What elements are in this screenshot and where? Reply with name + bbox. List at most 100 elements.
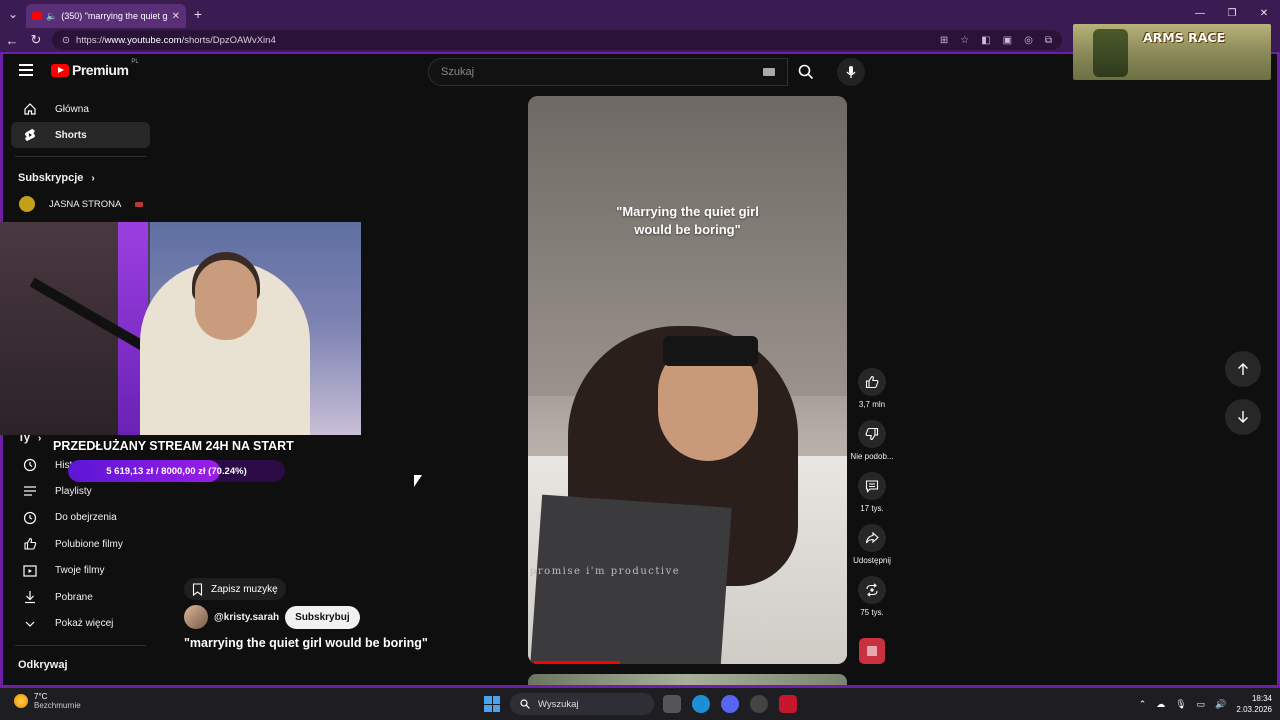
short-title[interactable]: "marrying the quiet girl would be boring… <box>184 636 428 650</box>
tab-list-button[interactable]: ⌄ <box>0 0 26 28</box>
dislike-button[interactable] <box>858 420 886 448</box>
extensions-puzzle-icon[interactable]: ⧉ <box>1045 35 1052 46</box>
taskbar-search[interactable]: Wyszukaj <box>510 693 654 715</box>
new-tab-button[interactable]: + <box>186 6 210 22</box>
extension-icon-3[interactable]: ◎ <box>1024 35 1033 46</box>
clock-time: 18:34 <box>1251 694 1272 703</box>
app-icon[interactable] <box>750 695 768 713</box>
comment-icon <box>865 480 879 493</box>
task-view-icon[interactable] <box>663 695 681 713</box>
sidebar-item-label: Pobrane <box>55 591 93 603</box>
reload-button[interactable]: ↻ <box>24 32 48 48</box>
taskbar-search-label: Wyszukaj <box>538 698 579 710</box>
sidebar-item-label: Polubione filmy <box>55 538 123 550</box>
home-icon <box>23 102 37 116</box>
sidebar-item-watch-later[interactable]: Do obejrzenia <box>11 505 150 532</box>
sidebar-item-your-videos[interactable]: Twoje filmy <box>11 558 150 585</box>
liked-icon <box>23 537 37 551</box>
streamer-webcam <box>0 222 361 435</box>
sidebar-item-label: Twoje filmy <box>55 565 105 577</box>
watch-later-icon <box>23 511 37 525</box>
sidebar-item-show-more[interactable]: Pokaż więcej <box>11 611 150 638</box>
tab-close-icon[interactable]: ✕ <box>172 11 180 22</box>
dislike-label: Nie podob... <box>850 452 894 461</box>
voice-search-button[interactable] <box>837 58 865 86</box>
weather-condition: Bezchmurnie <box>34 701 81 710</box>
onedrive-cloud-icon[interactable]: ☁ <box>1156 699 1165 710</box>
webcam-curtain <box>0 222 118 435</box>
speaker-icon[interactable]: 🔈 <box>46 11 57 22</box>
windows-start-icon[interactable] <box>484 696 500 712</box>
previous-short-button[interactable] <box>1225 351 1261 387</box>
sidebar-item-shorts[interactable]: Shorts <box>11 122 150 148</box>
sidebar-item-home[interactable]: Główna <box>11 96 150 122</box>
video-progress-bar[interactable] <box>534 661 621 664</box>
taskbar-clock[interactable]: 18:34 2.03.2026 <box>1236 693 1272 715</box>
keyboard-icon[interactable] <box>763 68 775 76</box>
explore-heading-text: Odkrywaj <box>18 659 68 671</box>
video-caption: "Marrying the quiet girl would be boring… <box>528 203 847 239</box>
edge-browser-icon[interactable] <box>692 695 710 713</box>
like-button[interactable] <box>858 368 886 396</box>
arrow-up-icon <box>1238 363 1248 375</box>
remix-button[interactable] <box>858 576 886 604</box>
caption-line-1: "Marrying the quiet girl <box>616 204 759 219</box>
site-info-icon[interactable]: ⊙ <box>62 35 70 46</box>
url-path: /shorts/DpzOAWvXin4 <box>181 34 276 46</box>
search-input[interactable]: Szukaj <box>428 58 788 86</box>
arrow-down-icon <box>1238 411 1248 423</box>
channel-handle[interactable]: @kristy.sarah <box>214 612 279 623</box>
next-short-button[interactable] <box>1225 399 1261 435</box>
comments-action: 17 tys. <box>847 472 897 524</box>
volume-icon[interactable]: 🔊 <box>1215 699 1226 710</box>
sidebar-item-downloads[interactable]: Pobrane <box>11 584 150 611</box>
menu-icon[interactable] <box>19 64 33 79</box>
extension-icon[interactable]: ◧ <box>981 35 990 46</box>
youtube-play-icon <box>51 63 69 77</box>
discord-icon[interactable] <box>721 695 739 713</box>
clock-date: 2.03.2026 <box>1236 705 1272 714</box>
subscriptions-heading[interactable]: Subskrypcje › <box>3 165 158 191</box>
your-videos-icon <box>23 564 37 578</box>
remix-action: 75 tys. <box>847 576 897 628</box>
tray-chevron-up-icon[interactable]: ⌃ <box>1139 699 1147 710</box>
share-button[interactable] <box>858 524 886 552</box>
subscriptions-heading-text: Subskrypcje <box>18 172 84 184</box>
search-icon <box>798 64 814 80</box>
sidebar-item-label: Shorts <box>55 129 87 141</box>
search-button[interactable] <box>788 58 824 86</box>
sidebar-item-liked[interactable]: Polubione filmy <box>11 531 150 558</box>
extension-icon-2[interactable]: ▣ <box>1003 35 1012 46</box>
bookmark-star-icon[interactable]: ☆ <box>960 35 969 46</box>
notebook-text: promise i'm productive <box>530 566 681 577</box>
remix-icon <box>866 583 878 597</box>
sound-thumbnail[interactable] <box>859 638 885 664</box>
bookmark-icon <box>192 582 203 596</box>
donation-goal-text: 5 619,13 zł / 8000,00 zł (70.24%) <box>106 465 247 477</box>
display-icon[interactable]: ▭ <box>1197 699 1206 710</box>
channel-avatar[interactable] <box>184 605 208 629</box>
sidebar-subscription-channel[interactable]: JASNA STRONA <box>11 191 150 217</box>
comments-button[interactable] <box>858 472 886 500</box>
sidebar-item-label: Do obejrzenia <box>55 512 117 524</box>
share-icon <box>865 531 879 544</box>
subscribe-button[interactable]: Subskrybuj <box>285 605 360 629</box>
sidebar-divider <box>15 156 146 157</box>
tab-title: (350) "marrying the quiet girl <box>61 11 168 21</box>
sidebar-item-label: Playlisty <box>55 485 92 497</box>
youtube-logo[interactable]: Premium PL <box>51 59 139 78</box>
channel-row: @kristy.sarah Subskrybuj <box>184 605 360 629</box>
shorts-video-player[interactable]: promise i'm productive "Marrying the qui… <box>528 96 847 664</box>
subscription-channel-name: JASNA STRONA <box>49 198 122 210</box>
install-app-icon[interactable]: ⊞ <box>940 35 948 46</box>
soldier-image <box>1093 29 1128 77</box>
remix-count: 75 tys. <box>860 608 884 617</box>
back-button[interactable]: ← <box>0 33 24 48</box>
weather-widget[interactable]: 7°C Bezchmurnie <box>14 692 81 710</box>
logo-region: PL <box>131 59 139 65</box>
address-bar[interactable]: ⊙ https://www.youtube.com/shorts/DpzOAWv… <box>52 30 1062 50</box>
microphone-tray-icon[interactable]: 🎙 <box>1175 699 1186 710</box>
browser-tab-active[interactable]: 🔈 (350) "marrying the quiet girl ✕ <box>26 4 186 28</box>
save-music-button[interactable]: Zapisz muzykę <box>184 578 286 600</box>
adobe-app-icon[interactable] <box>779 695 797 713</box>
